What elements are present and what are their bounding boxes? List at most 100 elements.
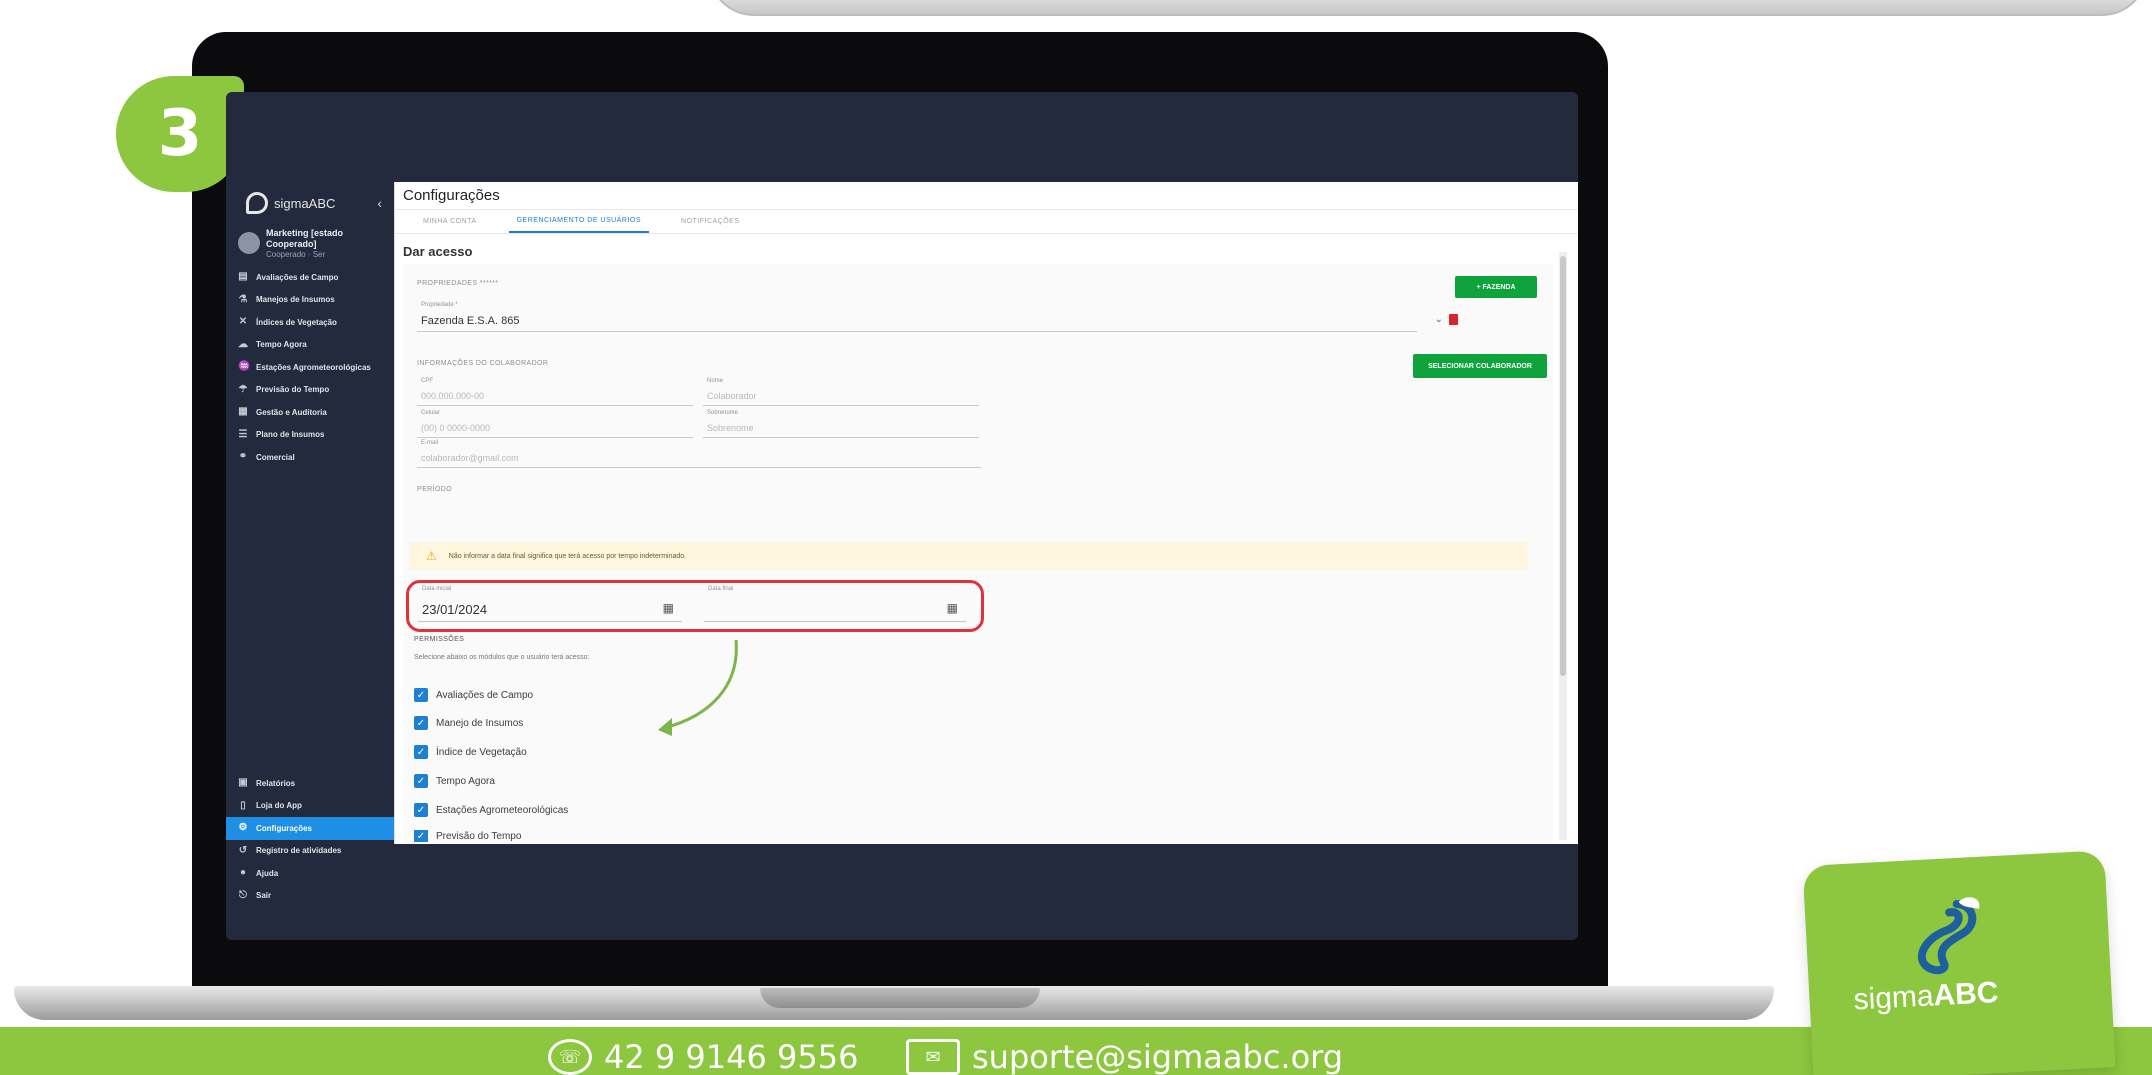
propriedade-field[interactable]: Propriedade * Fazenda E.S.A. 865 ⌄: [417, 302, 1443, 332]
sidebar-item-tempo-agora[interactable]: ☁ Tempo Agora: [226, 334, 394, 357]
scrollbar-thumb[interactable]: [1560, 256, 1566, 676]
user-role: Cooperado · Ser: [266, 249, 326, 259]
sidebar-item-indices[interactable]: ✕ Índices de Vegetação: [226, 311, 394, 334]
tab-bar: MINHA CONTA GERENCIAMENTO DE USUÁRIOS NO…: [395, 210, 1578, 234]
delete-icon[interactable]: [1449, 314, 1458, 325]
field-value: (00) 0 0000-0000: [421, 423, 491, 433]
sidebar-item-label: Manejos de Insumos: [256, 295, 335, 305]
permission-label: Índice de Vegetação: [436, 746, 527, 758]
phone-icon: ☏: [548, 1039, 592, 1075]
cloud-icon: ☁: [238, 338, 248, 350]
monitor-edge: [708, 0, 2148, 16]
logout-icon: ⎋: [239, 889, 247, 901]
permission-item[interactable]: ✓ Estações Agrometeorológicas: [414, 801, 568, 819]
nome-field[interactable]: Nome Colaborador: [703, 378, 979, 406]
sidebar-item-plano[interactable]: ☰ Plano de Insumos: [226, 424, 394, 447]
permissoes-description: Selecione abaixo os módulos que o usuári…: [414, 654, 590, 661]
field-value: 000.000.000-00: [421, 391, 485, 401]
tab-minha-conta[interactable]: MINHA CONTA: [415, 210, 485, 233]
app-sidebar: sigmaABC ‹ Marketing [estado Cooperado] …: [226, 182, 394, 940]
sidebar-item-comercial[interactable]: ⚭ Comercial: [226, 446, 394, 469]
sidebar-item-label: Sair: [256, 891, 272, 901]
checkbox-checked-icon[interactable]: ✓: [414, 830, 428, 842]
sidebar-item-loja[interactable]: ▯ Loja do App: [226, 795, 394, 818]
checkbox-checked-icon[interactable]: ✓: [414, 803, 428, 817]
field-label: Propriedade *: [421, 302, 458, 308]
celular-field[interactable]: Celular (00) 0 0000-0000: [417, 410, 693, 438]
permission-item[interactable]: ✓ Tempo Agora: [414, 772, 495, 790]
sidebar-item-label: Ajuda: [256, 868, 279, 878]
checkbox-checked-icon[interactable]: ✓: [414, 716, 428, 730]
user-card[interactable]: Marketing [estado Cooperado] Cooperado ·…: [232, 228, 388, 259]
station-icon: ♒: [238, 361, 251, 373]
sidebar-item-registro[interactable]: ↺ Registro de atividades: [226, 840, 394, 863]
field-value: Fazenda E.S.A. 865: [421, 315, 520, 327]
permission-item[interactable]: ✓ Manejo de Insumos: [414, 714, 523, 732]
checkbox-checked-icon[interactable]: ✓: [414, 774, 428, 788]
footer-phone[interactable]: ☏ 42 9 9146 9556: [548, 1038, 858, 1075]
sidebar-item-sair[interactable]: ⎋ Sair: [226, 885, 394, 908]
checkbox-checked-icon[interactable]: ✓: [414, 745, 428, 759]
colaborador-heading: INFORMAÇÕES DO COLABORADOR: [417, 360, 549, 367]
sobrenome-field[interactable]: Sobrenome Sobrenome: [703, 410, 979, 438]
sidebar-item-relatorios[interactable]: ▣ Relatórios: [226, 772, 394, 795]
clipboard-icon: ▤: [238, 271, 248, 283]
step-badge: 3: [116, 76, 244, 192]
footer-email[interactable]: ✉ suporte@sigmaabc.org: [906, 1038, 1343, 1075]
chart-icon: ▦: [238, 406, 248, 418]
laptop-notch: [760, 988, 1040, 1008]
handshake-icon: ⚭: [238, 451, 248, 463]
add-fazenda-button[interactable]: + FAZENDA: [1455, 276, 1537, 298]
sidebar-item-label: Loja do App: [256, 801, 302, 811]
permission-item[interactable]: ✓ Índice de Vegetação: [414, 743, 527, 761]
sidebar-item-configuracoes[interactable]: ⚙ Configurações: [226, 817, 394, 840]
leaf-icon: ✕: [238, 316, 248, 328]
list-icon: ☰: [238, 428, 248, 440]
scrollbar[interactable]: [1559, 252, 1567, 840]
sidebar-item-gestao[interactable]: ▦ Gestão e Auditoria: [226, 401, 394, 424]
page-title: Configurações: [395, 182, 1578, 210]
flask-icon: ⚗: [238, 293, 248, 305]
periodo-warning: ⚠ Não informar a data final significa qu…: [410, 542, 1528, 570]
avatar: [238, 232, 260, 254]
permission-item[interactable]: ✓ Previsão do Tempo: [414, 830, 521, 842]
permission-label: Tempo Agora: [436, 775, 495, 787]
sidebar-bottom-nav: ▣ Relatórios ▯ Loja do App ⚙ Configurações …: [226, 772, 394, 907]
collapse-sidebar-icon[interactable]: ‹: [377, 195, 382, 211]
user-info: Marketing [estado Cooperado] Cooperado ·…: [266, 228, 388, 259]
sidebar-item-label: Plano de Insumos: [256, 430, 325, 440]
help-icon: ●: [239, 867, 247, 879]
cpf-field[interactable]: CPF 000.000.000-00: [417, 378, 693, 406]
sidebar-item-label: Configurações: [256, 823, 313, 833]
checkbox-checked-icon[interactable]: ✓: [414, 688, 428, 702]
sidebar-item-label: Tempo Agora: [256, 340, 307, 350]
sigma-logo-icon: [1917, 897, 1980, 975]
sidebar-item-estacoes[interactable]: ♒ Estações Agrometeorológicas: [226, 356, 394, 379]
field-label: Celular: [421, 410, 441, 416]
tab-gerenciamento-usuarios[interactable]: GERENCIAMENTO DE USUÁRIOS: [508, 210, 649, 233]
sidebar-nav: ▤ Avaliações de Campo ⚗ Manejos de Insumos…: [226, 266, 394, 469]
sidebar-item-previsao[interactable]: ☂ Previsão do Tempo: [226, 379, 394, 402]
user-name: Marketing [estado Cooperado]: [266, 227, 344, 249]
permission-item[interactable]: ✓ Avaliações de Campo: [414, 686, 533, 704]
brand-name: sigmaABC: [1853, 976, 2000, 1018]
sidebar-logo-row: sigmaABC ‹: [226, 182, 394, 224]
email-field[interactable]: E-mail colaborador@gmail.com: [417, 440, 981, 468]
permission-label: Avaliações de Campo: [436, 689, 534, 701]
warning-icon: ⚠: [426, 549, 437, 563]
sidebar-item-avaliacoes[interactable]: ▤ Avaliações de Campo: [226, 266, 394, 289]
date-highlight-box: [406, 580, 984, 632]
mail-icon: ✉: [906, 1039, 960, 1075]
report-icon: ▣: [238, 777, 248, 789]
email-address: suporte@sigmaabc.org: [972, 1038, 1344, 1075]
sidebar-item-label: Registro de atividades: [256, 846, 342, 856]
promo-stage: 3 sigmaABC ‹ Marketing [estado Cooperado…: [0, 0, 2152, 1075]
phone-icon: ▯: [240, 799, 246, 811]
sidebar-item-ajuda[interactable]: ● Ajuda: [226, 862, 394, 885]
sidebar-item-manejos[interactable]: ⚗ Manejos de Insumos: [226, 289, 394, 312]
chevron-down-icon[interactable]: ⌄: [1435, 314, 1443, 325]
select-colaborador-button[interactable]: SELECIONAR COLABORADOR: [1413, 354, 1547, 378]
sidebar-item-label: Relatórios: [256, 778, 296, 788]
field-value: Sobrenome: [707, 423, 754, 433]
tab-notificacoes[interactable]: NOTIFICAÇÕES: [673, 210, 748, 233]
